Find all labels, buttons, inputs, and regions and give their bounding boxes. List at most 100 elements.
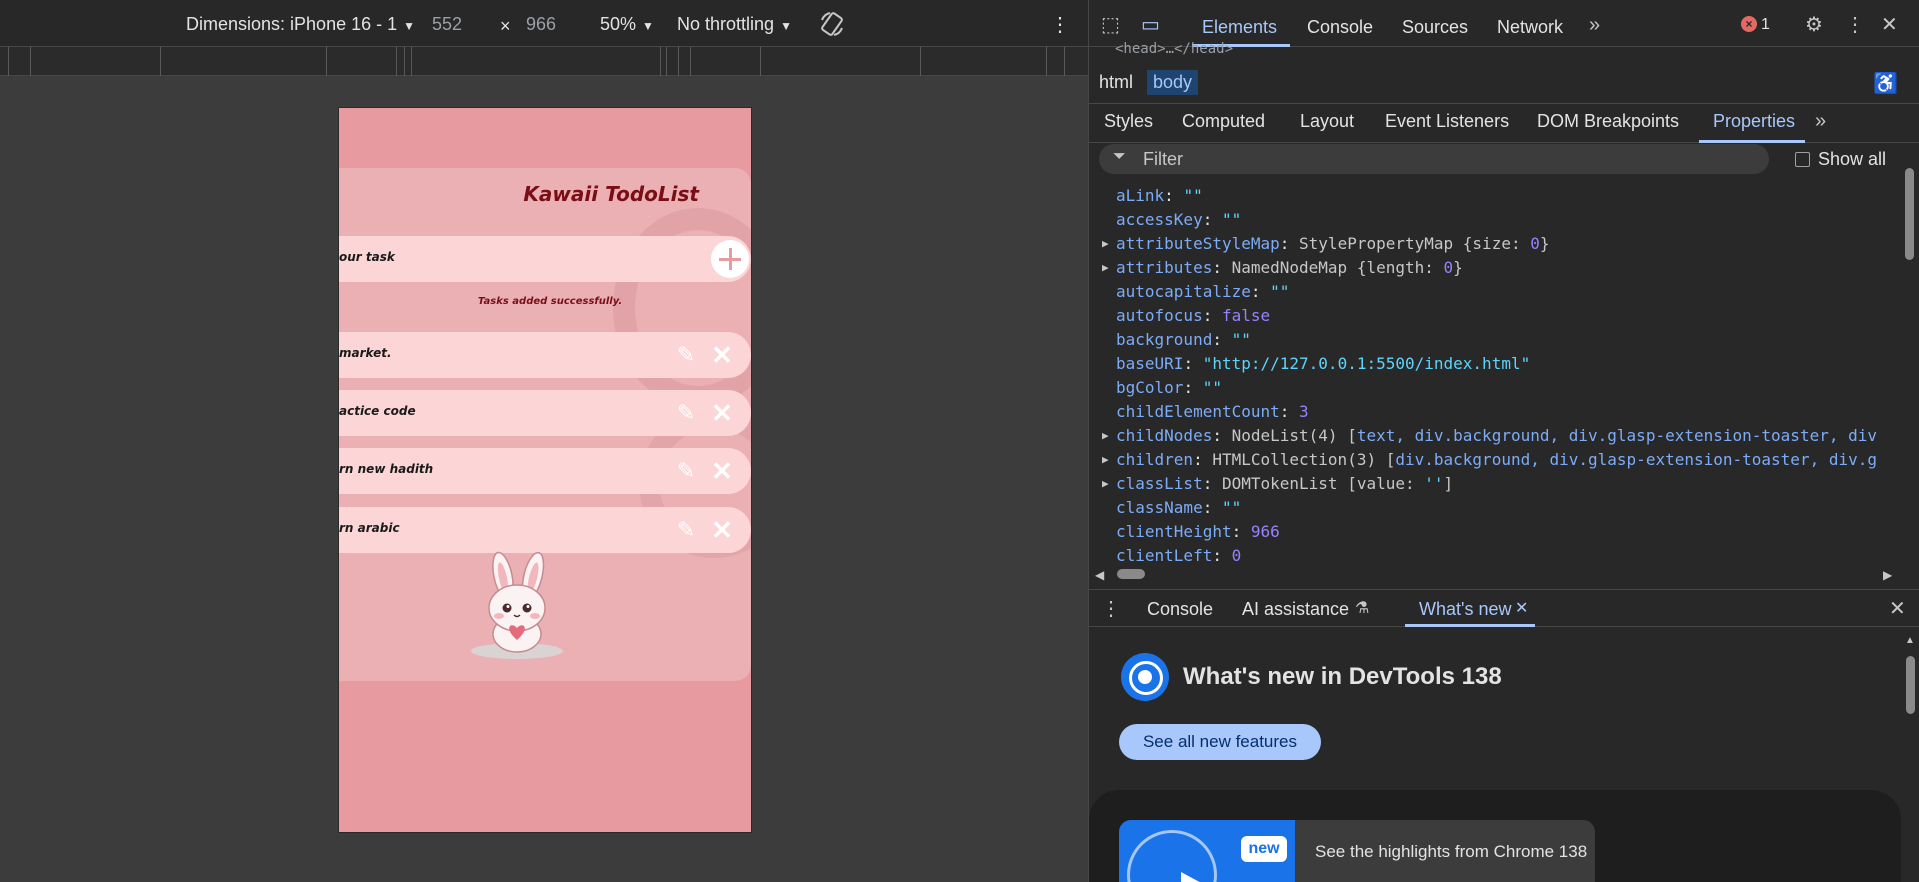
screen: Dimensions: iPhone 16 - 1 ▼ 552 × 966 50%…	[0, 0, 1919, 882]
property-row[interactable]: aLink: ""	[1116, 186, 1203, 205]
tab-sources[interactable]: Sources	[1402, 17, 1468, 38]
task-input-row[interactable]: our task	[339, 236, 751, 282]
delete-icon[interactable]: ✕	[711, 458, 733, 484]
drawer-tab-ai-assistance[interactable]: AI assistance	[1242, 599, 1349, 620]
breadcrumb-html[interactable]: html	[1093, 70, 1139, 95]
error-count[interactable]: 1	[1761, 16, 1770, 34]
subtab-event-listeners[interactable]: Event Listeners	[1385, 111, 1509, 132]
expand-triangle-icon[interactable]: ▶	[1102, 474, 1109, 493]
filter-input[interactable]: Filter	[1143, 149, 1183, 170]
task-text: rn arabic	[339, 521, 400, 535]
drawer-menu-icon[interactable]: ⋮	[1101, 598, 1121, 620]
device-toggle-icon[interactable]: ▭	[1141, 14, 1160, 36]
task-item: rn new hadith ✎ ✕	[339, 448, 751, 494]
scrollbar-thumb[interactable]	[1905, 168, 1914, 260]
scroll-right-icon[interactable]: ▶	[1883, 564, 1892, 586]
property-row[interactable]: childElementCount: 3	[1116, 402, 1309, 421]
more-options-icon[interactable]: ⋮	[1050, 12, 1070, 37]
tab-console[interactable]: Console	[1307, 17, 1373, 38]
show-all-label: Show all	[1818, 149, 1887, 169]
property-row[interactable]: clientLeft: 0	[1116, 546, 1241, 564]
tab-elements[interactable]: Elements	[1202, 17, 1277, 38]
bunny-illustration	[471, 551, 563, 659]
width-input[interactable]: 552	[432, 14, 462, 35]
property-row[interactable]: autofocus: false	[1116, 306, 1270, 325]
close-tab-icon[interactable]: ✕	[1515, 598, 1528, 620]
subtab-properties[interactable]: Properties	[1713, 111, 1795, 132]
more-options-icon[interactable]: ⋮	[1845, 14, 1865, 36]
task-input[interactable]: our task	[339, 250, 395, 264]
flask-icon: ⚗	[1355, 600, 1370, 617]
device-dimensions-select[interactable]: Dimensions: iPhone 16 - 1 ▼	[186, 14, 415, 35]
property-row[interactable]: baseURI: "http://127.0.0.1:5500/index.ht…	[1116, 354, 1530, 373]
add-task-button[interactable]	[711, 240, 749, 278]
subtab-computed[interactable]: Computed	[1182, 111, 1265, 132]
property-row[interactable]: className: ""	[1116, 498, 1241, 517]
subtab-layout[interactable]: Layout	[1300, 111, 1354, 132]
expand-triangle-icon[interactable]: ▶	[1102, 234, 1109, 253]
properties-horizontal-scrollbar[interactable]: ◀ ▶	[1089, 564, 1901, 584]
property-row[interactable]: ▶ classList: DOMTokenList [value: '']	[1102, 474, 1453, 493]
property-row[interactable]: ▶ attributeStyleMap: StylePropertyMap {si…	[1102, 234, 1550, 253]
see-all-features-button[interactable]: See all new features	[1119, 724, 1321, 760]
edit-icon[interactable]: ✎	[675, 344, 697, 366]
show-all-checkbox[interactable]: Show all	[1795, 149, 1886, 170]
accessibility-icon[interactable]: ♿	[1873, 73, 1898, 95]
delete-icon[interactable]: ✕	[711, 400, 733, 426]
delete-icon[interactable]: ✕	[711, 517, 733, 543]
status-message: Tasks added successfully.	[477, 296, 623, 307]
device-toolbar: Dimensions: iPhone 16 - 1 ▼ 552 × 966 50%…	[0, 0, 1088, 47]
device-emulation-pane: Dimensions: iPhone 16 - 1 ▼ 552 × 966 50%…	[0, 0, 1088, 882]
more-subtabs-icon[interactable]: »	[1815, 110, 1826, 132]
drawer-tab-whats-new[interactable]: What's new	[1419, 599, 1511, 620]
property-row[interactable]: autocapitalize: ""	[1116, 282, 1289, 301]
device-dimensions-label: Dimensions: iPhone 16 - 1	[186, 14, 398, 34]
drawer-tab-console[interactable]: Console	[1147, 599, 1213, 620]
zoom-select[interactable]: 50% ▼	[600, 14, 654, 35]
more-tabs-icon[interactable]: »	[1589, 14, 1600, 36]
scroll-left-icon[interactable]: ◀	[1095, 564, 1104, 586]
expand-triangle-icon[interactable]: ▶	[1102, 258, 1109, 277]
property-row[interactable]: ▶ childNodes: NodeList(4) [text, div.back…	[1102, 426, 1877, 445]
property-row[interactable]: accessKey: ""	[1116, 210, 1241, 229]
play-icon[interactable]	[1177, 870, 1207, 882]
breadcrumb-body[interactable]: body	[1147, 70, 1199, 95]
highlights-card[interactable]: new See the highlights from Chrome 138	[1119, 820, 1595, 882]
video-thumbnail[interactable]: new	[1119, 820, 1295, 882]
error-icon[interactable]: ×	[1741, 16, 1757, 32]
tab-network[interactable]: Network	[1497, 17, 1563, 38]
scrollbar-thumb[interactable]	[1906, 656, 1915, 714]
throttling-select[interactable]: No throttling ▼	[677, 14, 792, 35]
expand-triangle-icon[interactable]: ▶	[1102, 426, 1109, 445]
property-row[interactable]: background: ""	[1116, 330, 1251, 349]
edit-icon[interactable]: ✎	[675, 402, 697, 424]
edit-icon[interactable]: ✎	[675, 519, 697, 541]
property-row[interactable]: clientHeight: 966	[1116, 522, 1280, 541]
properties-filter[interactable]: ⏷ Filter	[1099, 144, 1769, 174]
inspect-element-icon[interactable]: ⬚	[1101, 14, 1120, 36]
drawer-scrollbar[interactable]: ▲	[1901, 628, 1919, 882]
delete-icon[interactable]: ✕	[711, 342, 733, 368]
subtab-dom-breakpoints[interactable]: DOM Breakpoints	[1537, 111, 1679, 132]
task-item: actice code ✎ ✕	[339, 390, 751, 436]
checkbox-icon[interactable]	[1795, 152, 1810, 167]
scrollbar-thumb[interactable]	[1117, 569, 1145, 579]
property-row[interactable]: ▶ children: HTMLCollection(3) [div.backgr…	[1102, 450, 1877, 469]
settings-gear-icon[interactable]: ⚙	[1805, 14, 1823, 36]
edit-icon[interactable]: ✎	[675, 460, 697, 482]
rotate-icon[interactable]	[818, 10, 846, 43]
scroll-up-icon[interactable]: ▲	[1905, 630, 1915, 652]
property-row[interactable]: bgColor: ""	[1116, 378, 1222, 397]
expand-triangle-icon[interactable]: ▶	[1102, 450, 1109, 469]
close-drawer-icon[interactable]: ✕	[1889, 598, 1906, 620]
whats-new-title: What's new in DevTools 138	[1183, 663, 1502, 690]
whats-new-panel: What's new in DevTools 138 See all new f…	[1089, 628, 1901, 882]
close-icon[interactable]: ✕	[1881, 14, 1898, 36]
times-icon: ×	[500, 16, 511, 36]
devtools-pane: ⬚ ▭ Elements Console Sources Network » ×…	[1088, 0, 1919, 882]
phone-viewport: Kawaii TodoList our task Tasks added suc…	[338, 107, 752, 833]
subtab-styles[interactable]: Styles	[1104, 111, 1153, 132]
height-input[interactable]: 966	[526, 14, 556, 35]
property-row[interactable]: ▶ attributes: NamedNodeMap {length: 0}	[1102, 258, 1463, 277]
properties-vertical-scrollbar[interactable]	[1901, 160, 1917, 565]
